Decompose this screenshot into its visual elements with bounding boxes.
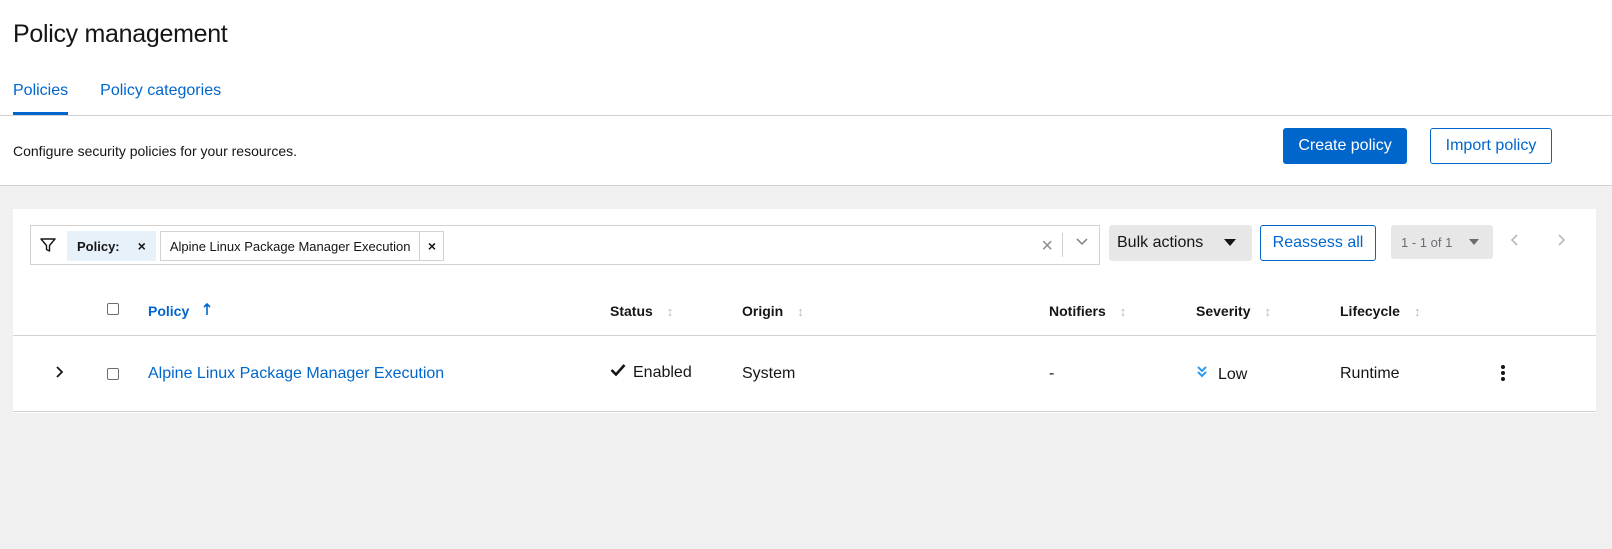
tab-policy-categories[interactable]: Policy categories bbox=[100, 82, 221, 115]
severity-label: Low bbox=[1218, 365, 1248, 383]
filter-chip: Alpine Linux Package Manager Execution × bbox=[159, 231, 445, 261]
bulk-actions-label: Bulk actions bbox=[1117, 234, 1204, 251]
search-filter-input[interactable]: Policy: × Alpine Linux Package Manager E… bbox=[30, 225, 1100, 265]
column-header-lifecycle[interactable]: Lifecycle ↕ bbox=[1340, 303, 1420, 319]
page-title: Policy management bbox=[13, 20, 228, 48]
column-label: Status bbox=[610, 303, 653, 319]
column-header-status[interactable]: Status ↕ bbox=[610, 303, 673, 319]
pagination-dropdown[interactable]: 1 - 1 of 1 bbox=[1391, 225, 1493, 259]
chevron-right-icon[interactable] bbox=[54, 365, 64, 384]
column-label: Policy bbox=[148, 303, 190, 319]
policy-name-link[interactable]: Alpine Linux Package Manager Execution bbox=[148, 365, 444, 383]
severity-cell: Low bbox=[1196, 365, 1247, 384]
import-policy-button[interactable]: Import policy bbox=[1430, 128, 1552, 164]
filter-chip-group: Policy: × Alpine Linux Package Manager E… bbox=[67, 231, 445, 261]
caret-down-icon bbox=[1469, 239, 1479, 245]
row-checkbox[interactable] bbox=[107, 368, 119, 380]
close-icon[interactable]: × bbox=[138, 238, 146, 254]
table-toolbar: Policy: × Alpine Linux Package Manager E… bbox=[13, 209, 1596, 281]
tab-bar: Policies Policy categories bbox=[13, 82, 221, 115]
status-label: Enabled bbox=[633, 363, 692, 381]
bulk-actions-dropdown[interactable]: Bulk actions bbox=[1109, 225, 1252, 261]
kebab-icon[interactable] bbox=[1500, 364, 1506, 387]
close-icon[interactable]: × bbox=[419, 232, 443, 260]
sort-icon: ↕ bbox=[666, 303, 674, 319]
notifiers-cell: - bbox=[1049, 365, 1055, 382]
table-row: Alpine Linux Package Manager Execution E… bbox=[13, 337, 1596, 412]
sort-icon: ↕ bbox=[1413, 303, 1421, 319]
filter-category-label: Policy: bbox=[77, 238, 120, 254]
sort-icon: ↕ bbox=[1119, 303, 1127, 319]
check-icon bbox=[610, 363, 626, 382]
angle-double-down-icon bbox=[1196, 365, 1208, 384]
column-label: Lifecycle bbox=[1340, 303, 1400, 319]
description-bar: Configure security policies for your res… bbox=[0, 116, 1612, 186]
tab-policies[interactable]: Policies bbox=[13, 82, 69, 115]
divider bbox=[1062, 233, 1063, 257]
filter-chip-category: Policy: × bbox=[67, 231, 156, 261]
sort-ascending-icon bbox=[203, 302, 211, 319]
column-header-severity[interactable]: Severity ↕ bbox=[1196, 303, 1271, 319]
lifecycle-cell: Runtime bbox=[1340, 365, 1400, 382]
reassess-all-button[interactable]: Reassess all bbox=[1260, 225, 1376, 261]
policies-table-card: Policy: × Alpine Linux Package Manager E… bbox=[13, 209, 1596, 413]
create-policy-button[interactable]: Create policy bbox=[1283, 128, 1407, 164]
filter-chip-label: Alpine Linux Package Manager Execution bbox=[169, 238, 411, 254]
column-header-notifiers[interactable]: Notifiers ↕ bbox=[1049, 303, 1126, 319]
chevron-left-icon[interactable] bbox=[1510, 231, 1520, 252]
sort-icon: ↕ bbox=[1264, 303, 1271, 319]
sort-icon: ↕ bbox=[797, 303, 804, 319]
origin-cell: System bbox=[742, 365, 796, 382]
caret-down-icon bbox=[1224, 239, 1236, 246]
filter-icon bbox=[39, 236, 59, 256]
select-all-checkbox[interactable] bbox=[107, 303, 119, 315]
table-header: Policy Status ↕ Origin ↕ Notifiers ↕ Sev… bbox=[13, 281, 1596, 336]
page-description: Configure security policies for your res… bbox=[13, 143, 298, 159]
column-label: Notifiers bbox=[1049, 303, 1106, 319]
column-header-policy[interactable]: Policy bbox=[148, 302, 211, 319]
column-label: Severity bbox=[1196, 303, 1251, 319]
pagination-label: 1 - 1 of 1 bbox=[1401, 234, 1453, 250]
chevron-down-icon[interactable] bbox=[1075, 234, 1089, 253]
column-label: Origin bbox=[742, 303, 784, 319]
column-header-origin[interactable]: Origin ↕ bbox=[742, 303, 804, 319]
page-header: Policy management Policies Policy catego… bbox=[0, 0, 1612, 116]
status-cell: Enabled bbox=[610, 363, 692, 382]
clear-icon[interactable]: × bbox=[1041, 235, 1053, 258]
chevron-right-icon[interactable] bbox=[1556, 231, 1566, 252]
